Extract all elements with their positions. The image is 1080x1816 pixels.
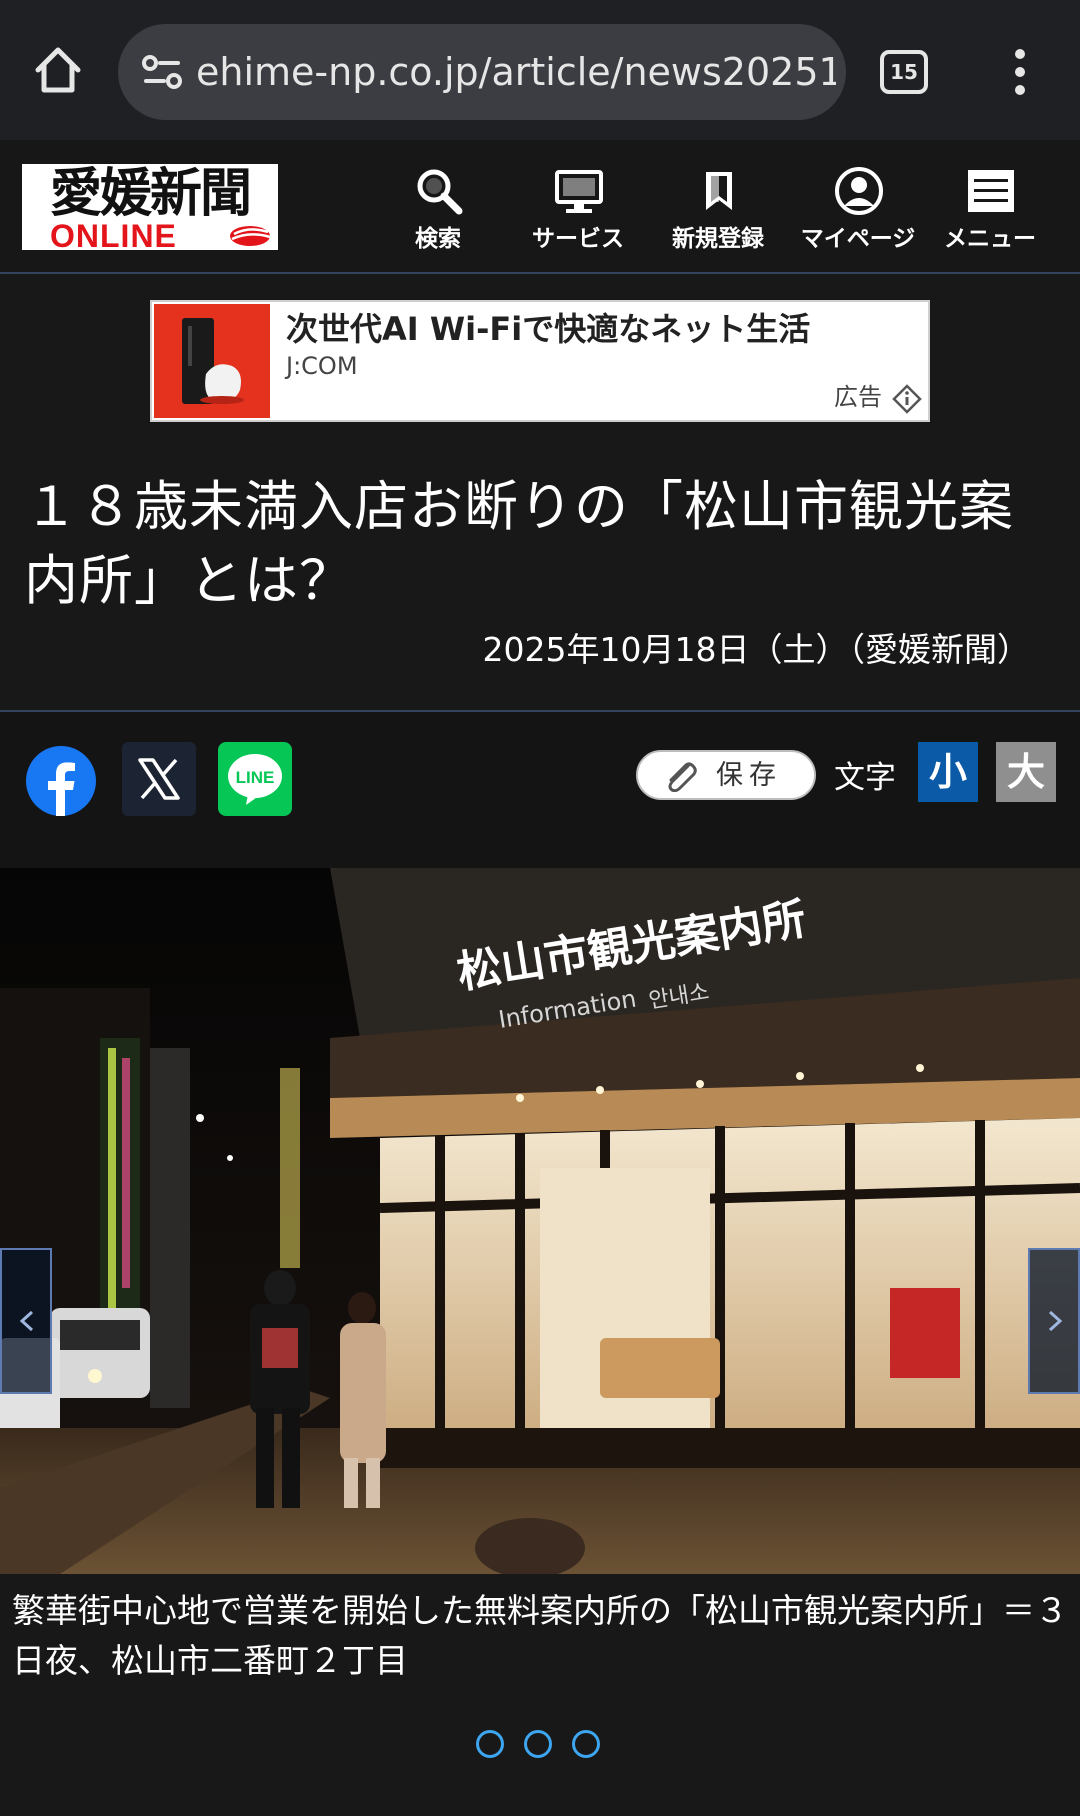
tune-icon[interactable] bbox=[140, 50, 184, 94]
ad-sponsor: J:COM bbox=[286, 352, 358, 380]
nav-service-label: サービス bbox=[532, 226, 624, 252]
chevron-right-icon bbox=[1048, 1310, 1063, 1332]
nav-mypage[interactable]: マイページ bbox=[798, 160, 918, 260]
ad-image bbox=[154, 304, 270, 418]
nav-register-label: 新規登録 bbox=[672, 226, 764, 252]
chevron-left-icon bbox=[19, 1310, 34, 1332]
line-share-button[interactable]: LINE bbox=[218, 742, 292, 816]
more-vert-icon[interactable] bbox=[1000, 46, 1040, 98]
font-size-label: 文字 bbox=[834, 760, 896, 796]
register-icon bbox=[706, 172, 732, 210]
address-bar[interactable]: ehime-np.co.jp/article/news2025101 bbox=[118, 24, 846, 120]
nav-menu[interactable]: メニュー bbox=[930, 160, 1050, 260]
slide-prev-button[interactable] bbox=[0, 1248, 52, 1394]
slide-dot-2[interactable] bbox=[524, 1730, 552, 1758]
nav-search[interactable]: 検索 bbox=[378, 160, 498, 260]
hamburger-icon bbox=[968, 170, 1014, 212]
slide-dot-3[interactable] bbox=[572, 1730, 600, 1758]
nav-menu-label: メニュー bbox=[944, 226, 1036, 252]
save-button[interactable]: 保存 bbox=[636, 750, 816, 800]
save-label: 保存 bbox=[716, 760, 782, 791]
nav-mypage-label: マイページ bbox=[800, 226, 916, 252]
ad-label: 広告 bbox=[834, 383, 882, 411]
monitor-icon bbox=[555, 170, 603, 213]
article-headline: １８歳未満入店お断りの「松山市観光案内所」とは？ bbox=[24, 475, 1014, 612]
info-icon[interactable] bbox=[892, 384, 922, 414]
article-dateline: 2025年10月18日（土）（愛媛新聞） bbox=[482, 630, 1030, 669]
site-header: 愛媛新聞 ONLINE 検索 サービス 新規登録 マイページ メニュー bbox=[0, 140, 1080, 274]
x-share-button[interactable] bbox=[122, 742, 196, 816]
ad-banner[interactable]: 次世代AI Wi-Fiで快適なネット生活 J:COM 広告 bbox=[150, 300, 930, 422]
photo-caption: 繁華街中心地で営業を開始した無料案内所の「松山市観光案内所」＝３日夜、松山市二番… bbox=[12, 1591, 1068, 1680]
site-logo[interactable]: 愛媛新聞 ONLINE bbox=[22, 163, 278, 254]
slide-dot-1[interactable] bbox=[476, 1730, 504, 1758]
browser-toolbar: ehime-np.co.jp/article/news2025101 15 bbox=[0, 0, 1080, 140]
font-large-button[interactable]: 大 bbox=[996, 742, 1056, 802]
line-icon: LINE bbox=[228, 754, 282, 805]
logo-subtitle: ONLINE bbox=[50, 218, 177, 254]
home-icon[interactable] bbox=[30, 42, 86, 98]
paperclip-icon bbox=[668, 762, 697, 792]
share-toolbar: LINE 保存 文字 小 大 bbox=[0, 712, 1080, 868]
logo-title: 愛媛新聞 bbox=[49, 163, 252, 224]
font-small-button[interactable]: 小 bbox=[918, 742, 978, 802]
article-photo[interactable]: 松山市観光案内所 Information 안내소 bbox=[0, 868, 1080, 1574]
ad-title[interactable]: 次世代AI Wi-Fiで快適なネット生活 bbox=[286, 308, 810, 350]
logo-swoosh-icon bbox=[230, 226, 271, 246]
facebook-share-button[interactable] bbox=[26, 746, 96, 816]
search-icon bbox=[417, 169, 463, 215]
tab-switcher-button[interactable]: 15 bbox=[880, 50, 928, 94]
nav-register[interactable]: 新規登録 bbox=[658, 160, 778, 260]
nav-service[interactable]: サービス bbox=[518, 160, 638, 260]
facebook-icon bbox=[48, 762, 75, 816]
user-icon bbox=[835, 167, 883, 215]
url-text[interactable]: ehime-np.co.jp/article/news2025101 bbox=[196, 46, 836, 98]
slide-next-button[interactable] bbox=[1028, 1248, 1080, 1394]
line-icon-text: LINE bbox=[236, 768, 275, 787]
nav-search-label: 検索 bbox=[415, 226, 461, 252]
slide-indicator bbox=[476, 1728, 606, 1760]
x-icon bbox=[138, 758, 180, 800]
